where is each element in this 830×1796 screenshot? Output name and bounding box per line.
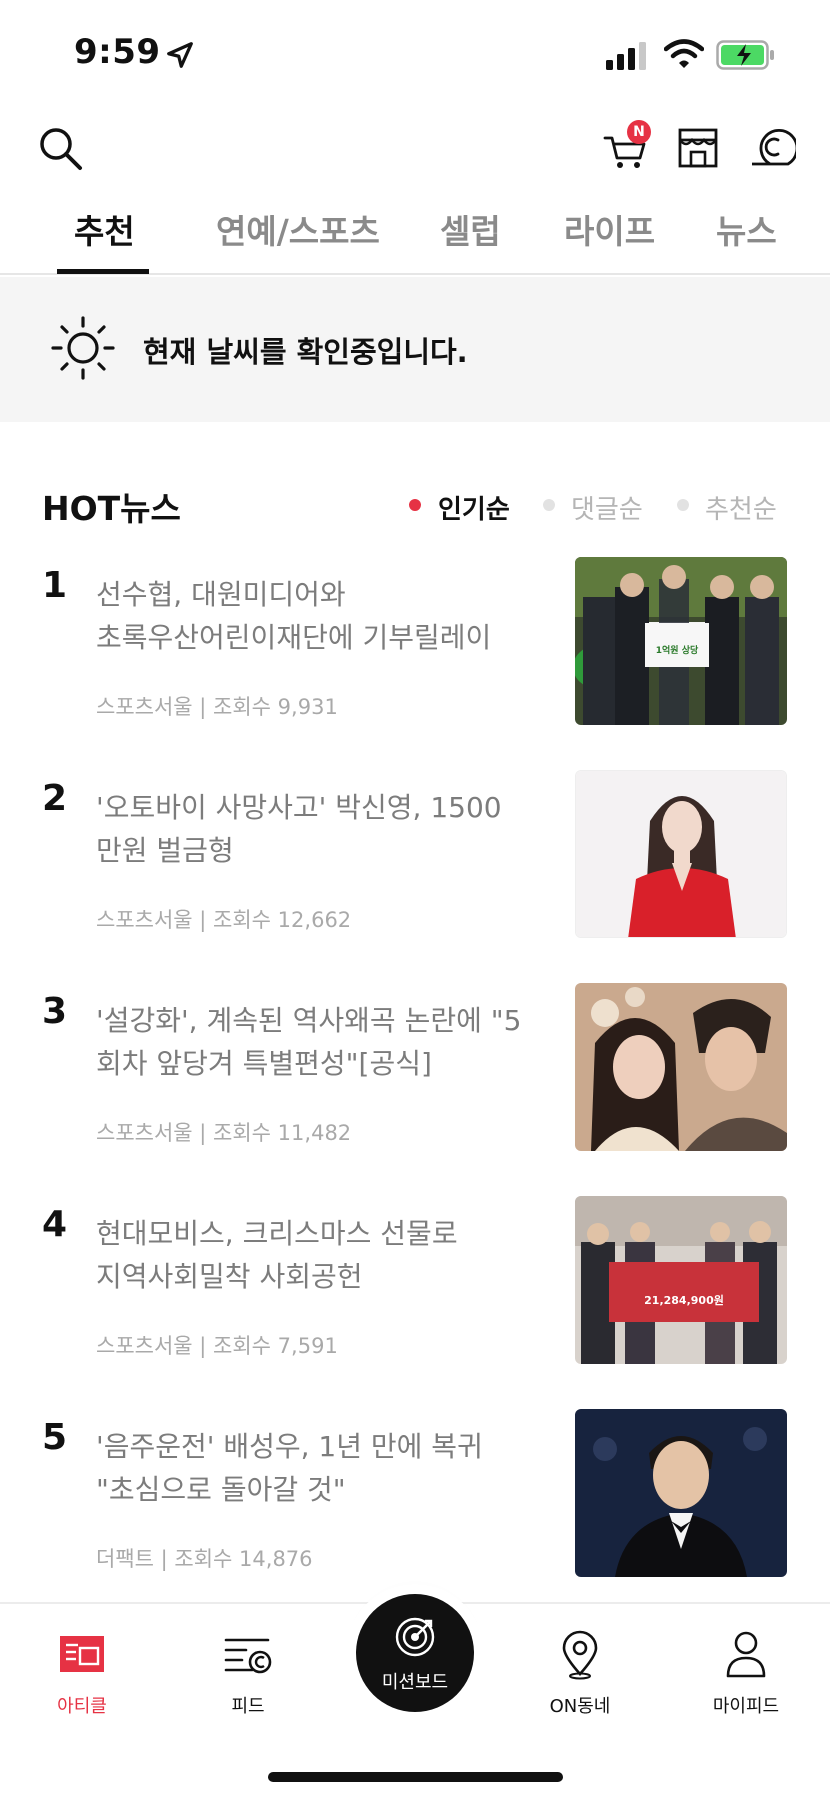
thumbnail-image bbox=[576, 771, 786, 937]
news-headline-line: 초록우산어린이재단에 기부릴레이 bbox=[96, 621, 492, 654]
nav-label: ON동네 bbox=[549, 1696, 611, 1717]
bottom-navigation: 아티클 피드 미션보드 ON동네 마이피드 bbox=[0, 1594, 830, 1796]
weather-banner[interactable]: 현재 날씨를 확인중입니다. bbox=[0, 277, 830, 422]
person-icon bbox=[726, 1631, 766, 1678]
news-headline: '설강화', 계속된 역사왜곡 논란에 "5 회차 앞당겨 특별편성"[공식] bbox=[96, 999, 546, 1085]
nav-feed[interactable]: 피드 bbox=[188, 1628, 308, 1718]
news-item[interactable]: 2 '오토바이 사망사고' 박신영, 1500 만원 벌금형 스포츠서울 | 조… bbox=[0, 770, 830, 970]
news-rank: 3 bbox=[42, 991, 68, 1032]
feed-icon bbox=[224, 1638, 272, 1674]
status-time: 9:59 bbox=[74, 32, 161, 72]
battery-charging-icon bbox=[716, 40, 774, 70]
thumbnail-image: 21,284,900원 bbox=[575, 1196, 787, 1364]
news-thumbnail[interactable] bbox=[575, 1409, 787, 1577]
news-item[interactable]: 3 '설강화', 계속된 역사왜곡 논란에 "5 회차 앞당겨 특별편성"[공식… bbox=[0, 983, 830, 1183]
thumbnail-image bbox=[575, 1409, 787, 1577]
news-meta: 스포츠서울 | 조회수 12,662 bbox=[96, 908, 352, 932]
nav-on-neighborhood[interactable]: ON동네 bbox=[520, 1628, 640, 1718]
news-headline-line: 회차 앞당겨 특별편성"[공식] bbox=[96, 1047, 432, 1080]
active-tab-indicator bbox=[57, 269, 149, 274]
news-headline-line: 선수협, 대원미디어와 bbox=[96, 578, 346, 611]
news-headline: '오토바이 사망사고' 박신영, 1500 만원 벌금형 bbox=[96, 786, 546, 872]
news-source: 스포츠서울 bbox=[96, 908, 193, 932]
news-headline-line: '오토바이 사망사고' 박신영, 1500 bbox=[96, 791, 502, 824]
news-rank: 5 bbox=[42, 1417, 68, 1458]
weather-status-text: 현재 날씨를 확인중입니다. bbox=[143, 335, 468, 369]
status-bar: 9:59 bbox=[0, 0, 830, 100]
location-pin-icon bbox=[562, 1630, 598, 1680]
news-thumbnail[interactable]: 1억원 상당 bbox=[575, 557, 787, 725]
news-meta: 스포츠서울 | 조회수 11,482 bbox=[96, 1121, 352, 1145]
news-headline-line: '설강화', 계속된 역사왜곡 논란에 "5 bbox=[96, 1004, 522, 1037]
nav-label: 아티클 bbox=[57, 1696, 107, 1717]
thumbnail-image: 1억원 상당 bbox=[575, 557, 787, 725]
nav-article[interactable]: 아티클 bbox=[22, 1628, 142, 1718]
news-thumbnail[interactable]: 21,284,900원 bbox=[575, 1196, 787, 1364]
news-thumbnail[interactable] bbox=[575, 983, 787, 1151]
cart-button[interactable]: N bbox=[602, 120, 651, 172]
cellular-signal-icon bbox=[606, 42, 646, 70]
coin-icon[interactable] bbox=[748, 124, 796, 172]
news-meta: 스포츠서울 | 조회수 9,931 bbox=[96, 695, 338, 719]
home-indicator[interactable] bbox=[268, 1772, 563, 1782]
thumb-caption: 21,284,900원 bbox=[644, 1293, 724, 1307]
news-item[interactable]: 1 선수협, 대원미디어와 초록우산어린이재단에 기부릴레이 스포츠서울 | 조… bbox=[0, 557, 830, 757]
news-item[interactable]: 4 현대모비스, 크리스마스 선물로 지역사회밀착 사회공헌 스포츠서울 | 조… bbox=[0, 1196, 830, 1396]
news-headline: 현대모비스, 크리스마스 선물로 지역사회밀착 사회공헌 bbox=[96, 1212, 546, 1298]
tab-entertainment-sports[interactable]: 연예/스포츠 bbox=[216, 205, 380, 273]
news-source: 스포츠서울 bbox=[96, 1121, 193, 1145]
news-rank: 2 bbox=[42, 778, 68, 819]
news-headline-line: "초심으로 돌아갈 것" bbox=[96, 1473, 346, 1506]
news-views: 조회수 12,662 bbox=[213, 908, 352, 932]
news-item[interactable]: 5 '음주운전' 배성우, 1년 만에 복귀 "초심으로 돌아갈 것" 더팩트 … bbox=[0, 1409, 830, 1609]
tab-life[interactable]: 라이프 bbox=[564, 205, 655, 273]
sort-comments[interactable]: 댓글순 bbox=[571, 489, 643, 526]
news-source: 더팩트 bbox=[96, 1547, 154, 1571]
hot-news-title: HOT뉴스 bbox=[42, 489, 181, 528]
thumbnail-image bbox=[575, 983, 787, 1151]
tab-celeb[interactable]: 셀럽 bbox=[440, 205, 501, 273]
thumb-caption: 1억원 상당 bbox=[656, 644, 699, 656]
sort-dot-comments bbox=[543, 499, 555, 511]
news-headline-line: '음주운전' 배성우, 1년 만에 복귀 bbox=[96, 1430, 483, 1463]
nav-label: 마이피드 bbox=[712, 1696, 780, 1717]
news-views: 조회수 9,931 bbox=[213, 695, 338, 719]
cart-badge: N bbox=[627, 120, 651, 144]
search-icon[interactable] bbox=[36, 124, 84, 172]
sort-recommend[interactable]: 추천순 bbox=[705, 489, 777, 526]
store-icon[interactable] bbox=[674, 124, 722, 172]
news-thumbnail[interactable] bbox=[575, 770, 787, 938]
location-arrow-icon bbox=[167, 42, 193, 68]
news-meta: 더팩트 | 조회수 14,876 bbox=[96, 1547, 313, 1571]
news-headline: '음주운전' 배성우, 1년 만에 복귀 "초심으로 돌아갈 것" bbox=[96, 1425, 546, 1511]
sort-dot-recommend bbox=[677, 499, 689, 511]
news-source: 스포츠서울 bbox=[96, 695, 193, 719]
news-source: 스포츠서울 bbox=[96, 1334, 193, 1358]
news-headline-line: 현대모비스, 크리스마스 선물로 bbox=[96, 1217, 458, 1250]
nav-mission-board[interactable]: 미션보드 bbox=[356, 1594, 474, 1712]
news-headline: 선수협, 대원미디어와 초록우산어린이재단에 기부릴레이 bbox=[96, 573, 546, 659]
news-headline-line: 만원 벌금형 bbox=[96, 834, 234, 867]
news-meta: 스포츠서울 | 조회수 7,591 bbox=[96, 1334, 338, 1358]
tab-news[interactable]: 뉴스 bbox=[716, 205, 777, 273]
nav-my-feed[interactable]: 마이피드 bbox=[686, 1628, 806, 1718]
news-views: 조회수 7,591 bbox=[213, 1334, 338, 1358]
news-views: 조회수 11,482 bbox=[213, 1121, 352, 1145]
wifi-icon bbox=[664, 39, 704, 68]
tab-recommend[interactable]: 추천 bbox=[74, 205, 135, 273]
news-views: 조회수 14,876 bbox=[174, 1547, 313, 1571]
sort-popular[interactable]: 인기순 bbox=[438, 489, 510, 526]
category-tabs: 추천 연예/스포츠 셀럽 라이프 뉴스 bbox=[0, 205, 830, 275]
news-rank: 1 bbox=[42, 565, 68, 606]
sun-icon bbox=[51, 316, 115, 380]
nav-label: 피드 bbox=[231, 1696, 265, 1717]
news-headline-line: 지역사회밀착 사회공헌 bbox=[96, 1260, 363, 1293]
target-icon bbox=[395, 1617, 435, 1657]
news-rank: 4 bbox=[42, 1204, 68, 1245]
nav-label: 미션보드 bbox=[381, 1672, 449, 1693]
sort-dot-popular bbox=[409, 499, 421, 511]
article-icon bbox=[60, 1636, 104, 1672]
